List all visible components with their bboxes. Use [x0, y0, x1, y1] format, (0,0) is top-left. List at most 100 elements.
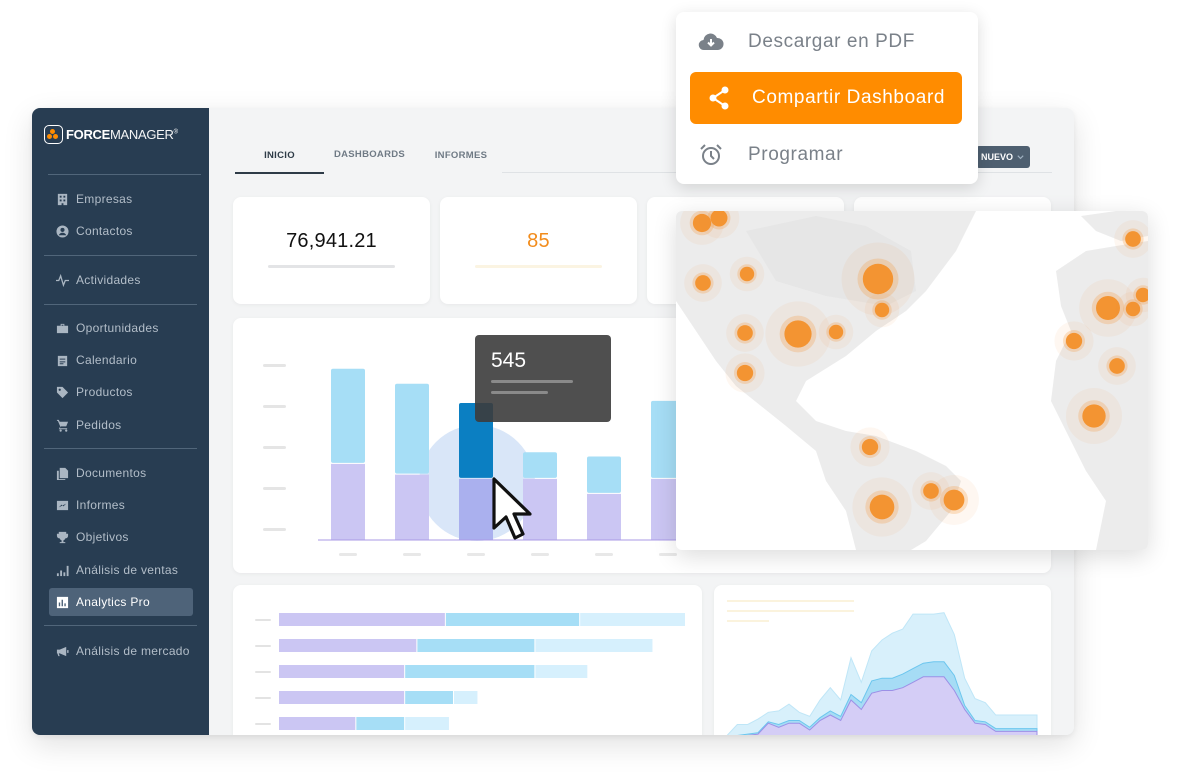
map-bubble: [1125, 231, 1141, 247]
logo[interactable]: FORCEMANAGER®: [44, 125, 178, 144]
bar-chart-icon: [55, 563, 69, 577]
menu-item-download-pdf[interactable]: Descargar en PDF: [690, 16, 962, 68]
map-bubble: [828, 324, 844, 340]
y-tick-label: [263, 364, 286, 367]
x-tick-label: [403, 553, 421, 556]
kpi-card: 76,941.21: [233, 197, 430, 304]
sidebar-item-objetivos[interactable]: Objetivos: [49, 523, 193, 551]
horizontal-bar-card: [233, 585, 702, 735]
tooltip-placeholder-line: [491, 380, 573, 383]
sidebar-divider: [44, 625, 197, 626]
calendar-icon: [55, 353, 69, 367]
x-tick-label: [659, 553, 677, 556]
share-icon: [706, 85, 732, 111]
analytics-icon: [55, 595, 69, 609]
activity-icon: [55, 273, 69, 287]
sidebar-item-label: Productos: [76, 385, 133, 399]
cloud-download-icon: [698, 29, 724, 55]
world-map: [676, 211, 1148, 550]
sidebar-item-label: Actividades: [76, 273, 141, 287]
menu-item-schedule[interactable]: Programar: [690, 129, 962, 181]
logo-text: FORCEMANAGER®: [66, 127, 178, 142]
kpi-placeholder-line: [268, 265, 395, 268]
chevron-down-icon: [1017, 154, 1024, 159]
sidebar-item-actividades[interactable]: Actividades: [49, 266, 193, 294]
map-bubble: [737, 325, 753, 341]
sidebar-item-analisis-ventas[interactable]: Análisis de ventas: [49, 556, 193, 584]
y-tick-label: [263, 405, 286, 408]
sidebar-item-label: Empresas: [76, 192, 133, 206]
area-chart-card: [714, 585, 1051, 735]
map-bubble: [869, 494, 895, 520]
bar-segment-top: [523, 452, 557, 478]
tag-icon: [55, 385, 69, 399]
sidebar-item-empresas[interactable]: Empresas: [49, 185, 193, 213]
sidebar-item-label: Oportunidades: [76, 321, 159, 335]
documents-icon: [55, 466, 69, 480]
title-placeholder-line: [727, 610, 854, 612]
alarm-clock-icon: [698, 142, 724, 168]
menu-item-label: Programar: [748, 144, 844, 165]
map-bubble: [1082, 404, 1106, 428]
x-tick-label: [595, 553, 613, 556]
hbar-segment: [445, 613, 580, 626]
kpi-value: 85: [527, 230, 550, 252]
sidebar-item-analytics-pro[interactable]: Analytics Pro: [49, 588, 193, 616]
hbar-segment: [535, 665, 588, 678]
y-tick-label: [263, 446, 286, 449]
horizontal-bar-chart: [255, 613, 685, 730]
hbar-segment: [356, 717, 405, 730]
new-button[interactable]: NUEVO: [976, 146, 1031, 168]
sidebar-item-pedidos[interactable]: Pedidos: [49, 411, 193, 439]
hbar-segment: [405, 717, 449, 730]
sidebar: FORCEMANAGER® Empresas Contactos Activid…: [32, 108, 209, 735]
sidebar-item-analisis-mercado[interactable]: Análisis de mercado: [49, 637, 193, 665]
sidebar-item-productos[interactable]: Productos: [49, 378, 193, 406]
sidebar-item-label: Objetivos: [76, 530, 129, 544]
map-bubble: [784, 320, 812, 348]
chart-tooltip: 545: [475, 335, 611, 422]
kpi-value: 76,941.21: [286, 230, 377, 252]
bar-segment-bottom: [395, 474, 429, 540]
map-bubble: [1065, 332, 1083, 350]
title-placeholder-line: [727, 600, 854, 602]
menu-item-label: Compartir Dashboard: [752, 87, 946, 108]
sidebar-item-calendario[interactable]: Calendario: [49, 346, 193, 374]
y-tick-label: [255, 723, 271, 725]
y-tick-label: [255, 671, 271, 673]
hbar-segment: [279, 639, 417, 652]
map-bubble: [695, 275, 711, 291]
sidebar-item-label: Documentos: [76, 466, 147, 480]
logo-text-light: MANAGER: [110, 127, 174, 142]
sidebar-item-contactos[interactable]: Contactos: [49, 217, 193, 245]
tab-dashboards[interactable]: DASHBOARDS: [324, 141, 415, 169]
sidebar-item-oportunidades[interactable]: Oportunidades: [49, 314, 193, 342]
logo-icon: [44, 125, 63, 144]
kpi-placeholder-line: [475, 265, 602, 268]
area-chart: [726, 600, 1038, 735]
kpi-card: 85: [440, 197, 637, 304]
sidebar-item-documentos[interactable]: Documentos: [49, 459, 193, 487]
reports-icon: [55, 498, 69, 512]
tab-informes[interactable]: INFORMES: [415, 142, 507, 169]
bar-segment-bottom: [331, 463, 365, 540]
tab-inicio[interactable]: INICIO: [235, 142, 324, 169]
sidebar-divider: [44, 304, 197, 305]
hbar-segment: [405, 665, 535, 678]
x-tick-label: [531, 553, 549, 556]
new-button-label: NUEVO: [981, 152, 1014, 162]
map-bubble: [862, 263, 894, 295]
active-tab-indicator: [235, 172, 324, 174]
sidebar-item-label: Calendario: [76, 353, 138, 367]
y-tick-label: [263, 528, 286, 531]
sidebar-item-label: Informes: [76, 498, 126, 512]
building-icon: [55, 192, 69, 206]
logo-text-bold: FORCE: [66, 127, 111, 142]
map-bubble: [736, 364, 754, 382]
menu-item-share-dashboard[interactable]: Compartir Dashboard: [690, 72, 962, 124]
sidebar-item-informes[interactable]: Informes: [49, 491, 193, 519]
hbar-segment: [279, 691, 405, 704]
hbar-segment: [405, 691, 454, 704]
x-tick-label: [467, 553, 485, 556]
megaphone-icon: [55, 644, 69, 658]
